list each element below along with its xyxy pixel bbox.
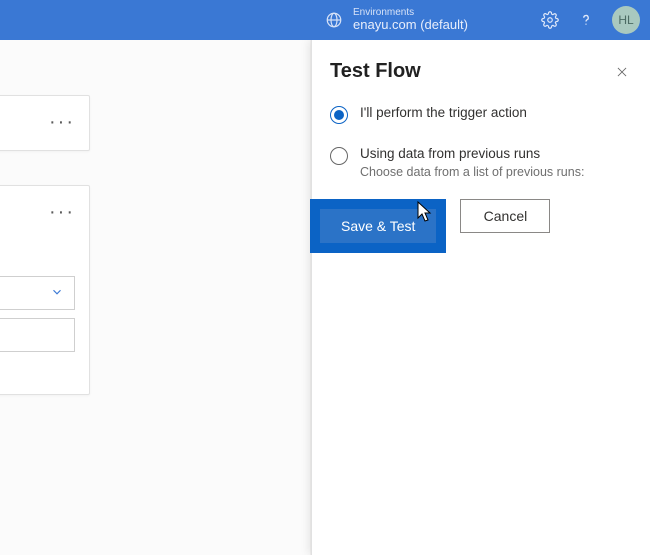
flow-canvas: ··· ···	[0, 40, 310, 555]
env-label: Environments	[353, 7, 468, 18]
topbar: Environments enayu.com (default) HL	[0, 0, 650, 40]
button-row: Save & Test Cancel	[330, 199, 630, 253]
avatar-initials: HL	[618, 13, 633, 27]
globe-icon	[325, 11, 343, 29]
chevron-down-icon	[48, 283, 66, 301]
more-icon[interactable]: ···	[45, 200, 79, 224]
test-flow-panel: Test Flow I'll perform the trigger actio…	[311, 40, 650, 555]
radio-previous-label: Using data from previous runs	[360, 146, 584, 161]
env-value: enayu.com (default)	[353, 18, 468, 32]
radio-option-perform[interactable]: I'll perform the trigger action	[330, 105, 630, 124]
avatar[interactable]: HL	[612, 6, 640, 34]
cancel-button[interactable]: Cancel	[460, 199, 550, 233]
more-icon[interactable]: ···	[45, 110, 79, 134]
save-test-highlight: Save & Test	[310, 199, 446, 253]
environment-picker[interactable]: Environments enayu.com (default)	[325, 7, 468, 32]
help-icon[interactable]	[576, 10, 596, 30]
radio-previous[interactable]	[330, 147, 348, 165]
flow-step-card[interactable]: ···	[0, 95, 90, 151]
text-field[interactable]	[0, 318, 75, 352]
radio-perform[interactable]	[330, 106, 348, 124]
radio-previous-sub: Choose data from a list of previous runs…	[360, 165, 584, 179]
radio-perform-label: I'll perform the trigger action	[360, 105, 527, 120]
save-test-button[interactable]: Save & Test	[320, 209, 436, 243]
panel-title: Test Flow	[330, 60, 630, 83]
dropdown-field[interactable]	[0, 276, 75, 310]
flow-action-card[interactable]: ···	[0, 185, 90, 395]
gear-icon[interactable]	[540, 10, 560, 30]
radio-option-previous[interactable]: Using data from previous runs Choose dat…	[330, 146, 630, 179]
close-icon[interactable]	[612, 62, 632, 82]
